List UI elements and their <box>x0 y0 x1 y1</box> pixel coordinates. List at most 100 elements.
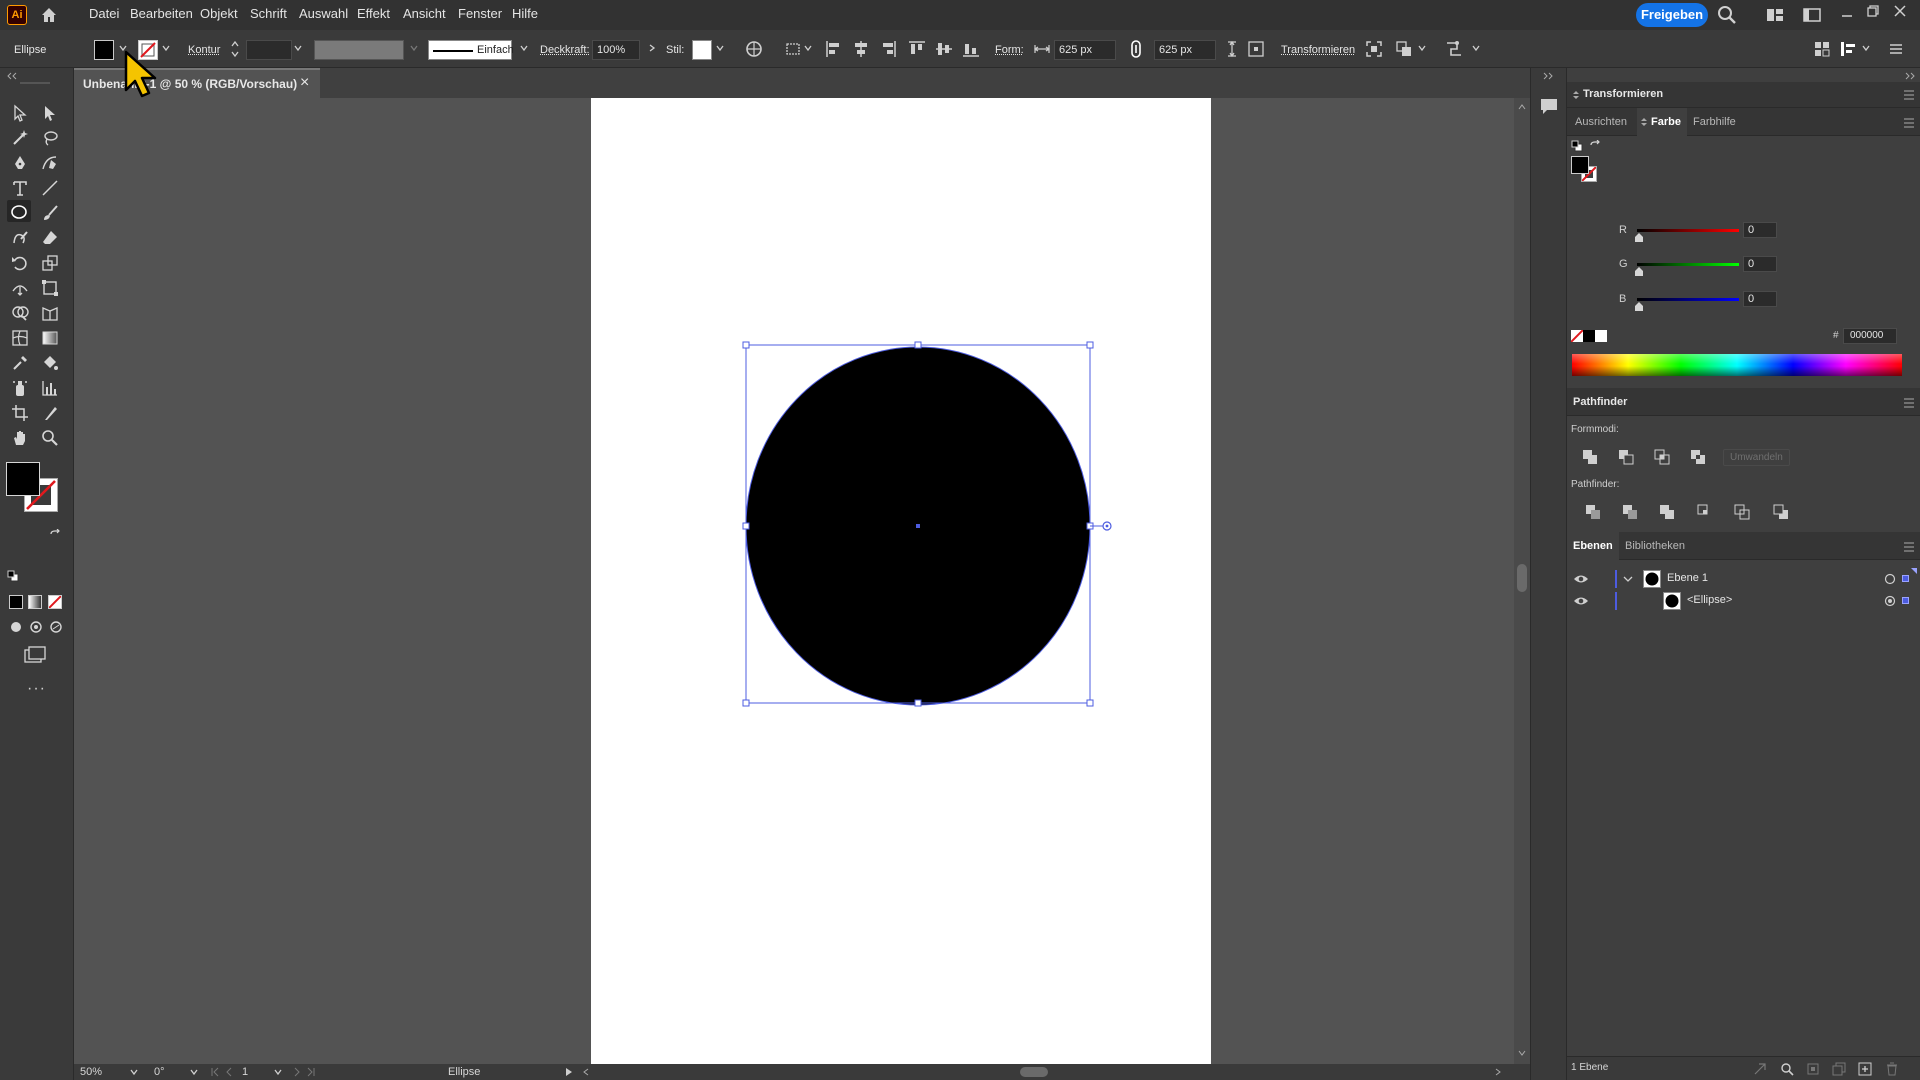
tab-color-guide[interactable]: Farbhilfe <box>1693 116 1736 128</box>
layer-name[interactable]: Ebene 1 <box>1667 572 1708 584</box>
hand-tool[interactable] <box>8 426 32 448</box>
stroke-label[interactable]: Kontur <box>188 44 220 56</box>
restore-icon[interactable] <box>1866 4 1880 18</box>
width-input[interactable]: 625 px <box>1054 40 1116 60</box>
variable-width-profile[interactable] <box>314 40 404 60</box>
minus-back-icon[interactable] <box>1772 503 1790 521</box>
shape-label[interactable]: Form: <box>995 44 1024 56</box>
properties-dropdown-icon[interactable] <box>1862 44 1870 52</box>
layers-panel-menu-icon[interactable] <box>1903 542 1915 552</box>
document-tab[interactable]: Unbenannt-1 @ 50 % (RGB/Vorschau) × <box>74 68 320 98</box>
puppet-warp-icon[interactable] <box>1444 39 1464 59</box>
mesh-tool[interactable] <box>8 326 32 348</box>
puppet-warp-dropdown-icon[interactable] <box>1472 44 1480 52</box>
scroll-down-icon[interactable] <box>1518 1050 1526 1056</box>
zoom-dropdown-icon[interactable] <box>130 1068 138 1076</box>
layer-row[interactable]: Ebene 1 <box>1567 568 1920 590</box>
free-transform-tool[interactable] <box>38 276 62 298</box>
arrange-dropdown-icon[interactable] <box>1418 44 1426 52</box>
toolbar-collapse-icon[interactable] <box>6 72 18 80</box>
red-value-input[interactable]: 0 <box>1743 222 1777 238</box>
close-window-icon[interactable] <box>1893 4 1907 18</box>
menu-schrift[interactable]: Schrift <box>250 6 287 21</box>
opacity-label[interactable]: Deckkraft: <box>540 44 590 56</box>
rotation-dropdown-icon[interactable] <box>190 1068 198 1076</box>
merge-icon[interactable] <box>1658 503 1676 521</box>
pen-tool[interactable] <box>8 151 32 173</box>
menu-fenster[interactable]: Fenster <box>458 6 502 21</box>
sublayer-row[interactable]: <Ellipse> <box>1567 590 1920 612</box>
color-mode-icon[interactable] <box>9 595 23 609</box>
brush-dropdown-icon[interactable] <box>520 44 528 52</box>
eraser-tool[interactable] <box>38 226 62 248</box>
fill-swatch[interactable] <box>94 40 114 60</box>
transform-panel-menu-icon[interactable] <box>1903 90 1915 100</box>
document-tab-close-icon[interactable]: × <box>300 74 309 92</box>
rotate-tool[interactable] <box>8 251 32 273</box>
toolbar-grip[interactable] <box>20 82 50 84</box>
gradient-tool[interactable] <box>38 326 62 348</box>
app-logo[interactable]: Ai <box>7 5 27 25</box>
tab-align[interactable]: Ausrichten <box>1575 116 1627 128</box>
blue-value-input[interactable]: 0 <box>1743 291 1777 307</box>
type-tool[interactable] <box>8 176 32 198</box>
rotation-field[interactable]: 0° <box>154 1066 165 1078</box>
opacity-input[interactable]: 100% <box>592 40 640 60</box>
menu-objekt[interactable]: Objekt <box>200 6 238 21</box>
zoom-tool[interactable] <box>38 426 62 448</box>
color-spectrum[interactable] <box>1572 354 1902 376</box>
panels-collapse-icon[interactable] <box>1905 72 1915 80</box>
artboard-dropdown-icon[interactable] <box>274 1068 282 1076</box>
edit-toolbar-icon[interactable]: ··· <box>27 680 46 698</box>
green-value-input[interactable]: 0 <box>1743 256 1777 272</box>
locate-object-icon[interactable] <box>1780 1062 1794 1076</box>
align-vertical-center-icon[interactable] <box>934 39 954 59</box>
shaper-tool[interactable] <box>8 226 32 248</box>
vertical-scrollbar-thumb[interactable] <box>1517 564 1527 592</box>
symbol-sprayer-tool[interactable] <box>8 376 32 398</box>
share-button[interactable]: Freigeben <box>1636 3 1708 27</box>
delete-layer-icon[interactable] <box>1885 1062 1899 1076</box>
fill-color-large-front[interactable] <box>6 462 40 496</box>
stroke-weight-input[interactable] <box>246 40 292 60</box>
create-new-layer-icon[interactable] <box>1858 1062 1872 1076</box>
red-slider-knob[interactable] <box>1635 233 1643 242</box>
red-slider-track[interactable] <box>1637 229 1739 232</box>
scale-tool[interactable] <box>38 251 62 273</box>
stroke-weight-dropdown-icon[interactable] <box>294 44 302 52</box>
direct-selection-tool[interactable] <box>38 101 62 123</box>
menu-bearbeiten[interactable]: Bearbeiten <box>130 6 193 21</box>
menu-datei[interactable]: Datei <box>89 6 119 21</box>
export-for-screens-icon[interactable] <box>1753 1062 1767 1076</box>
exclude-icon[interactable] <box>1689 448 1707 466</box>
sublayer-target-icon[interactable] <box>1884 595 1896 607</box>
ellipse-tool[interactable] <box>7 200 31 222</box>
make-clipping-mask-icon[interactable] <box>1806 1062 1820 1076</box>
screen-mode-icon[interactable] <box>24 646 46 664</box>
live-paint-bucket-tool[interactable] <box>38 351 62 373</box>
current-tool-status[interactable]: Ellipse <box>448 1066 480 1078</box>
first-artboard-icon[interactable] <box>210 1067 220 1077</box>
comments-icon[interactable] <box>1538 96 1560 116</box>
previous-artboard-icon[interactable] <box>224 1067 234 1077</box>
scroll-up-icon[interactable] <box>1518 104 1526 110</box>
artboard-tool[interactable] <box>8 401 32 423</box>
blue-slider-track[interactable] <box>1637 298 1739 301</box>
opacity-expand-icon[interactable] <box>648 44 656 52</box>
curvature-tool[interactable] <box>38 151 62 173</box>
hex-value-input[interactable]: 000000 <box>1843 328 1897 344</box>
transform-link[interactable]: Transformieren <box>1281 44 1355 56</box>
pathfinder-panel-menu-icon[interactable] <box>1903 398 1915 408</box>
swap-fill-stroke-icon[interactable] <box>49 529 61 541</box>
isolate-selected-icon[interactable] <box>1364 39 1384 59</box>
magic-wand-tool[interactable] <box>8 126 32 148</box>
default-colors-icon[interactable] <box>1571 140 1583 152</box>
blue-slider-knob[interactable] <box>1635 302 1643 311</box>
properties-toggle-icon[interactable] <box>1838 39 1858 59</box>
selected-ellipse[interactable] <box>74 98 1514 1064</box>
selection-tool[interactable] <box>8 101 32 123</box>
next-artboard-icon[interactable] <box>292 1067 302 1077</box>
sublayer-selection-indicator[interactable] <box>1902 597 1909 604</box>
horizontal-scrollbar-thumb[interactable] <box>1020 1067 1048 1077</box>
draw-behind-icon[interactable] <box>29 620 43 634</box>
